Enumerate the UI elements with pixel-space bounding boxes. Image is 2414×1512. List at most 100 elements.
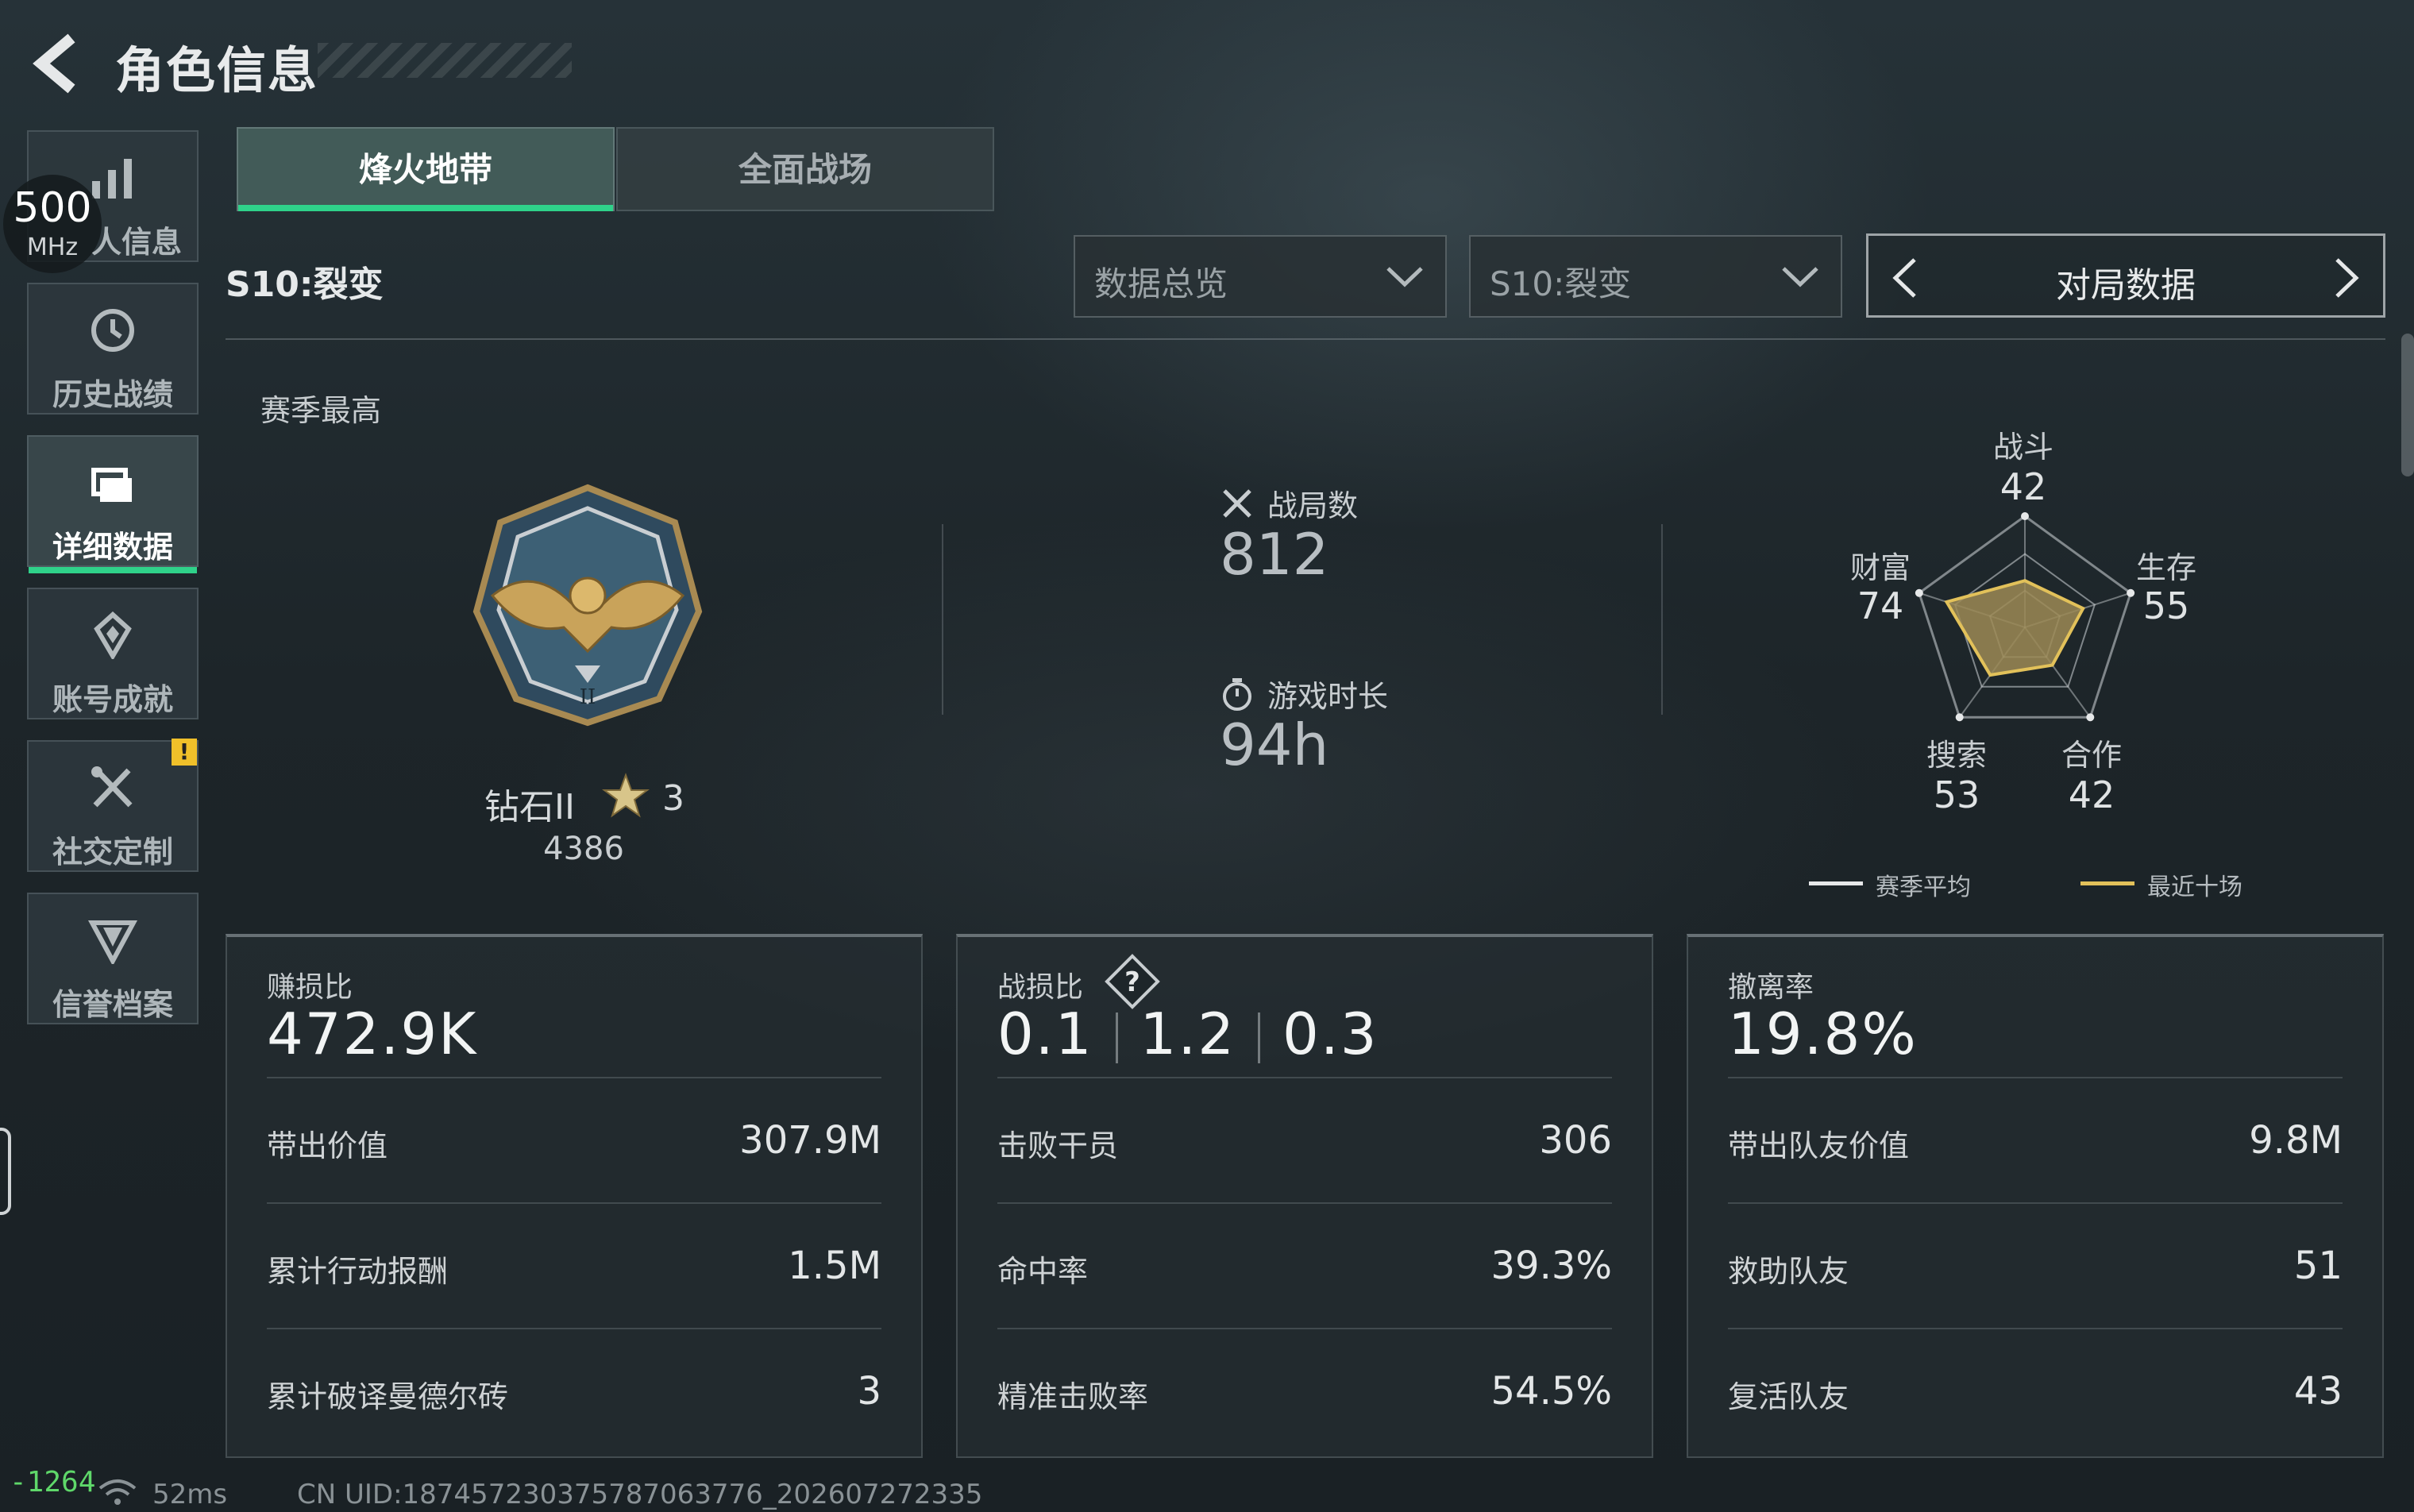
ratio-value: 1.2 [1140,1001,1236,1067]
stat-value: 3 [857,1369,881,1414]
legend-swatch-recent-ten [2080,881,2134,885]
star-icon [602,773,650,818]
scrollbar[interactable] [2401,334,2414,476]
stopwatch-icon [1223,678,1251,711]
radar-value-cooperation: 42 [2068,773,2115,816]
radar-label-combat: 战斗 [1992,430,2053,465]
folder-icon [91,468,132,502]
matches-label: 战局数 [1267,488,1359,523]
tab-label: 烽火地带 [358,150,492,189]
stat-label: 累计破译曼德尔砖 [267,1379,509,1414]
svg-text:II: II [580,685,596,709]
sidebar-item-detailed-data[interactable]: 详细数据 [27,435,199,573]
radar-label-wealth: 财富 [1849,550,1911,585]
profit-loss-card: 赚损比 472.9K 带出价值 307.9M 累计行动报酬 1.5M 累计破译曼… [226,934,923,1458]
crossed-swords-icon [1223,489,1251,518]
active-tab-indicator [238,205,613,211]
dropdown-value: S10:裂变 [1490,264,1632,303]
tools-icon [91,766,133,808]
back-arrow-icon[interactable] [30,32,86,95]
title-decoration [318,43,572,78]
sidebar-item-label: 详细数据 [52,530,173,565]
frequency-unit: MHz [26,233,79,261]
stat-label: 复活队友 [1728,1379,1849,1414]
tab-warzone[interactable]: 烽火地带 [237,127,615,211]
rank-points: 4386 [543,831,624,867]
sidebar-item-history[interactable]: 历史战绩 [27,283,199,415]
ratio-value: 0.1 [997,1001,1093,1067]
stat-value: 51 [2293,1244,2343,1288]
stat-row: 复活队友 43 [1728,1328,2343,1455]
sidebar-item-label: 账号成就 [52,682,173,717]
stat-row: 带出价值 307.9M [267,1077,881,1204]
card-main-value: 472.9K [267,1001,478,1067]
sidebar-item-achievements[interactable]: 账号成就 [27,588,199,719]
stat-label: 带出价值 [267,1128,388,1163]
radar-vertex-dot [2021,512,2029,520]
stat-value: 1.5M [788,1244,881,1288]
stat-label: 击败干员 [997,1128,1119,1163]
stat-row: 带出队友价值 9.8M [1728,1077,2343,1204]
stat-label: 救助队友 [1728,1254,1849,1289]
notification-badge: ! [172,739,197,766]
card-title: 赚损比 [267,971,353,1004]
match-data-selector: 对局数据 [1866,233,2385,318]
playtime-label: 游戏时长 [1267,679,1389,714]
stat-row: 救助队友 51 [1728,1202,2343,1329]
help-glyph: ? [1124,966,1140,998]
side-drawer-handle[interactable] [0,1128,11,1215]
radar-label-search: 搜索 [1926,738,1987,773]
diamond-rank-medal-icon: II [472,484,703,727]
vertical-divider [1661,524,1663,715]
chevron-down-icon [1386,267,1423,287]
stat-value: 9.8M [2249,1118,2343,1163]
player-uid: CN UID:1874572303757870637​76_2026072723… [297,1479,983,1510]
page-title: 角色信息 [115,41,319,99]
radar-value-wealth: 74 [1857,584,1904,627]
sidebar-item-label: 历史战绩 [52,377,173,412]
stat-row: 击败干员 306 [997,1077,1612,1204]
stat-value: 307.9M [739,1118,881,1163]
chevron-right-icon[interactable] [2331,256,2362,299]
extraction-rate-card: 撤离率 19.8% 带出队友价值 9.8M 救助队友 51 复活队友 43 [1687,934,2384,1458]
stat-value: 39.3% [1490,1244,1612,1288]
match-data-label: 对局数据 [2056,265,2196,306]
clock-history-icon [91,309,134,352]
stat-row: 累计行动报酬 1.5M [267,1202,881,1329]
chevron-down-icon [1782,267,1818,287]
section-divider [226,338,2385,340]
season-dropdown[interactable]: S10:裂变 [1469,235,1842,318]
view-dropdown[interactable]: 数据总览 [1074,235,1447,318]
legend-swatch-season-average [1809,881,1863,885]
stat-label: 命中率 [997,1254,1089,1289]
rank-star-count: 3 [662,778,684,819]
stat-value: 306 [1539,1118,1612,1163]
stat-label: 累计行动报酬 [267,1254,449,1289]
stat-label: 带出队友价值 [1728,1128,1910,1163]
rank-tier: 钻石II [484,787,575,827]
tab-label: 全面战场 [738,150,872,189]
radar-vertex-dot [2086,713,2095,722]
vertical-divider [942,524,943,715]
fps-counter: -1264 [10,1466,96,1498]
season-label: S10:裂变 [226,264,384,305]
achievement-icon [94,611,132,659]
tab-full-battlefield[interactable]: 全面战场 [616,127,994,211]
stat-label: 精准击败率 [997,1379,1149,1414]
card-main-value: 19.8% [1728,1001,1918,1067]
playtime-value: 94h [1220,712,1329,778]
dropdown-value: 数据总览 [1094,264,1228,303]
stat-value: 43 [2293,1369,2343,1414]
radar-label-survival: 生存 [2135,550,2196,585]
radar-value-survival: 55 [2142,584,2190,627]
ratio-separator [1115,1012,1118,1064]
stat-row: 精准击败率 54.5% [997,1328,1612,1455]
sidebar-item-reputation[interactable]: 信誉档案 [27,893,199,1024]
radar-label-cooperation: 合作 [2061,738,2122,773]
radar-series-recent [1944,579,2085,677]
card-title: 撤离率 [1728,971,1814,1004]
matches-value: 812 [1220,521,1329,588]
help-icon[interactable]: ? [1104,953,1161,1010]
stat-row: 命中率 39.3% [997,1202,1612,1329]
shield-emblem-icon [87,920,138,964]
